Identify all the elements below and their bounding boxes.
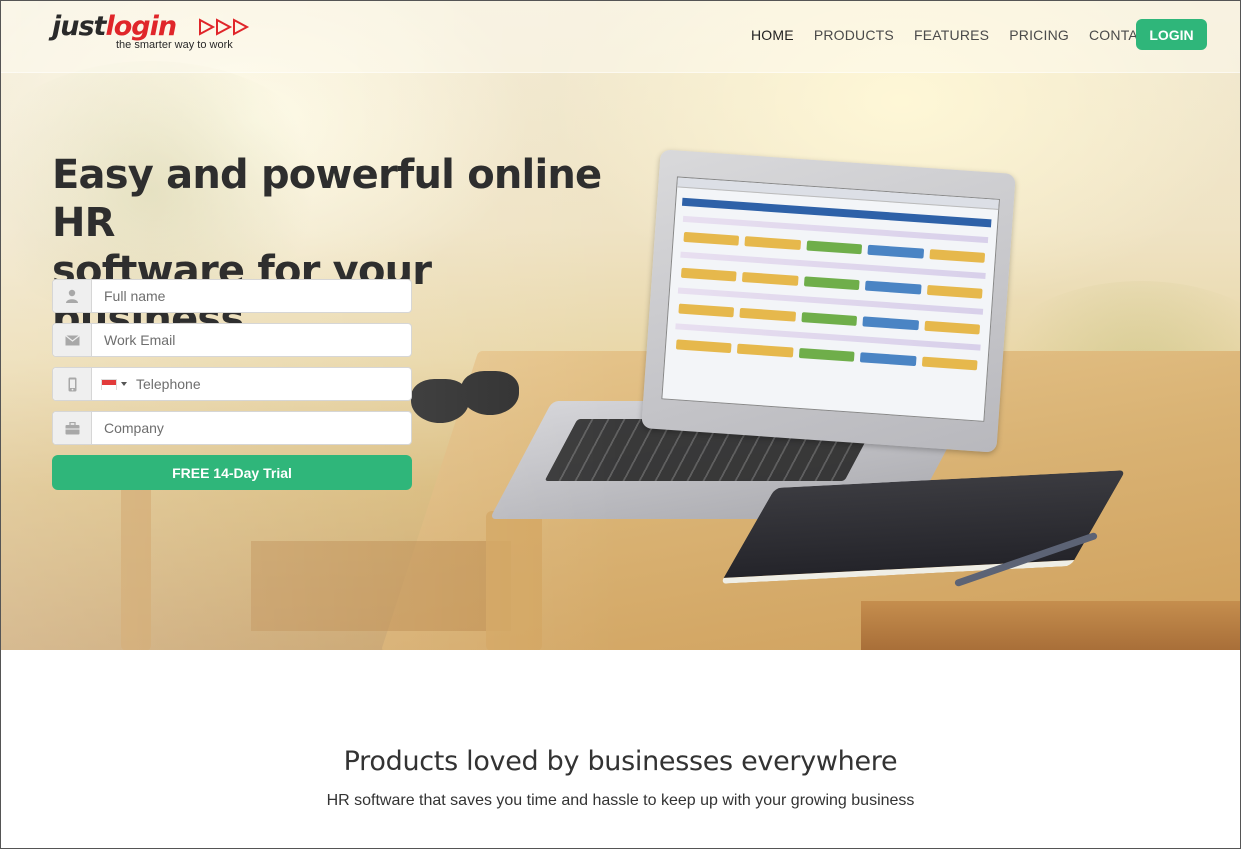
telephone-field: [52, 367, 412, 401]
hero-headline-line1: Easy and powerful online HR: [52, 152, 602, 246]
telephone-input[interactable]: [127, 368, 411, 400]
singapore-flag-icon: [101, 378, 117, 390]
envelope-icon: [53, 324, 92, 356]
products-title: Products loved by businesses everywhere: [343, 746, 898, 777]
logo-wordmark: justlogin: [52, 11, 177, 42]
nav-features-link[interactable]: FEATURES: [914, 27, 989, 43]
full-name-input[interactable]: [92, 280, 411, 312]
full-name-field: [52, 279, 412, 313]
page-frame: justlogin the smarter way to work HOME P…: [0, 0, 1241, 849]
work-email-field: [52, 323, 412, 357]
justlogin-logo[interactable]: justlogin the smarter way to work: [52, 13, 262, 55]
nav-pricing-link[interactable]: PRICING: [1009, 27, 1069, 43]
trial-signup-form: FREE 14-Day Trial: [52, 279, 412, 490]
login-button[interactable]: LOGIN: [1136, 19, 1207, 50]
logo-arrows-icon: [199, 18, 250, 36]
work-email-input[interactable]: [92, 324, 411, 356]
main-nav: HOME PRODUCTS FEATURES PRICING CONTACT U…: [751, 27, 1201, 43]
country-code-select[interactable]: [92, 368, 127, 400]
nav-home-link[interactable]: HOME: [751, 27, 794, 43]
logo-tagline: the smarter way to work: [116, 39, 233, 51]
laptop-screen-illustration: [641, 149, 1016, 453]
briefcase-icon: [53, 412, 92, 444]
nav-products-link[interactable]: PRODUCTS: [814, 27, 894, 43]
top-navbar: justlogin the smarter way to work HOME P…: [1, 1, 1240, 73]
user-icon: [53, 280, 92, 312]
products-subtitle: HR software that saves you time and hass…: [326, 792, 915, 809]
products-section: Products loved by businesses everywhere …: [1, 650, 1240, 848]
company-field: [52, 411, 412, 445]
mobile-phone-icon: [53, 368, 92, 400]
free-trial-button[interactable]: FREE 14-Day Trial: [52, 455, 412, 490]
company-input[interactable]: [92, 412, 411, 444]
